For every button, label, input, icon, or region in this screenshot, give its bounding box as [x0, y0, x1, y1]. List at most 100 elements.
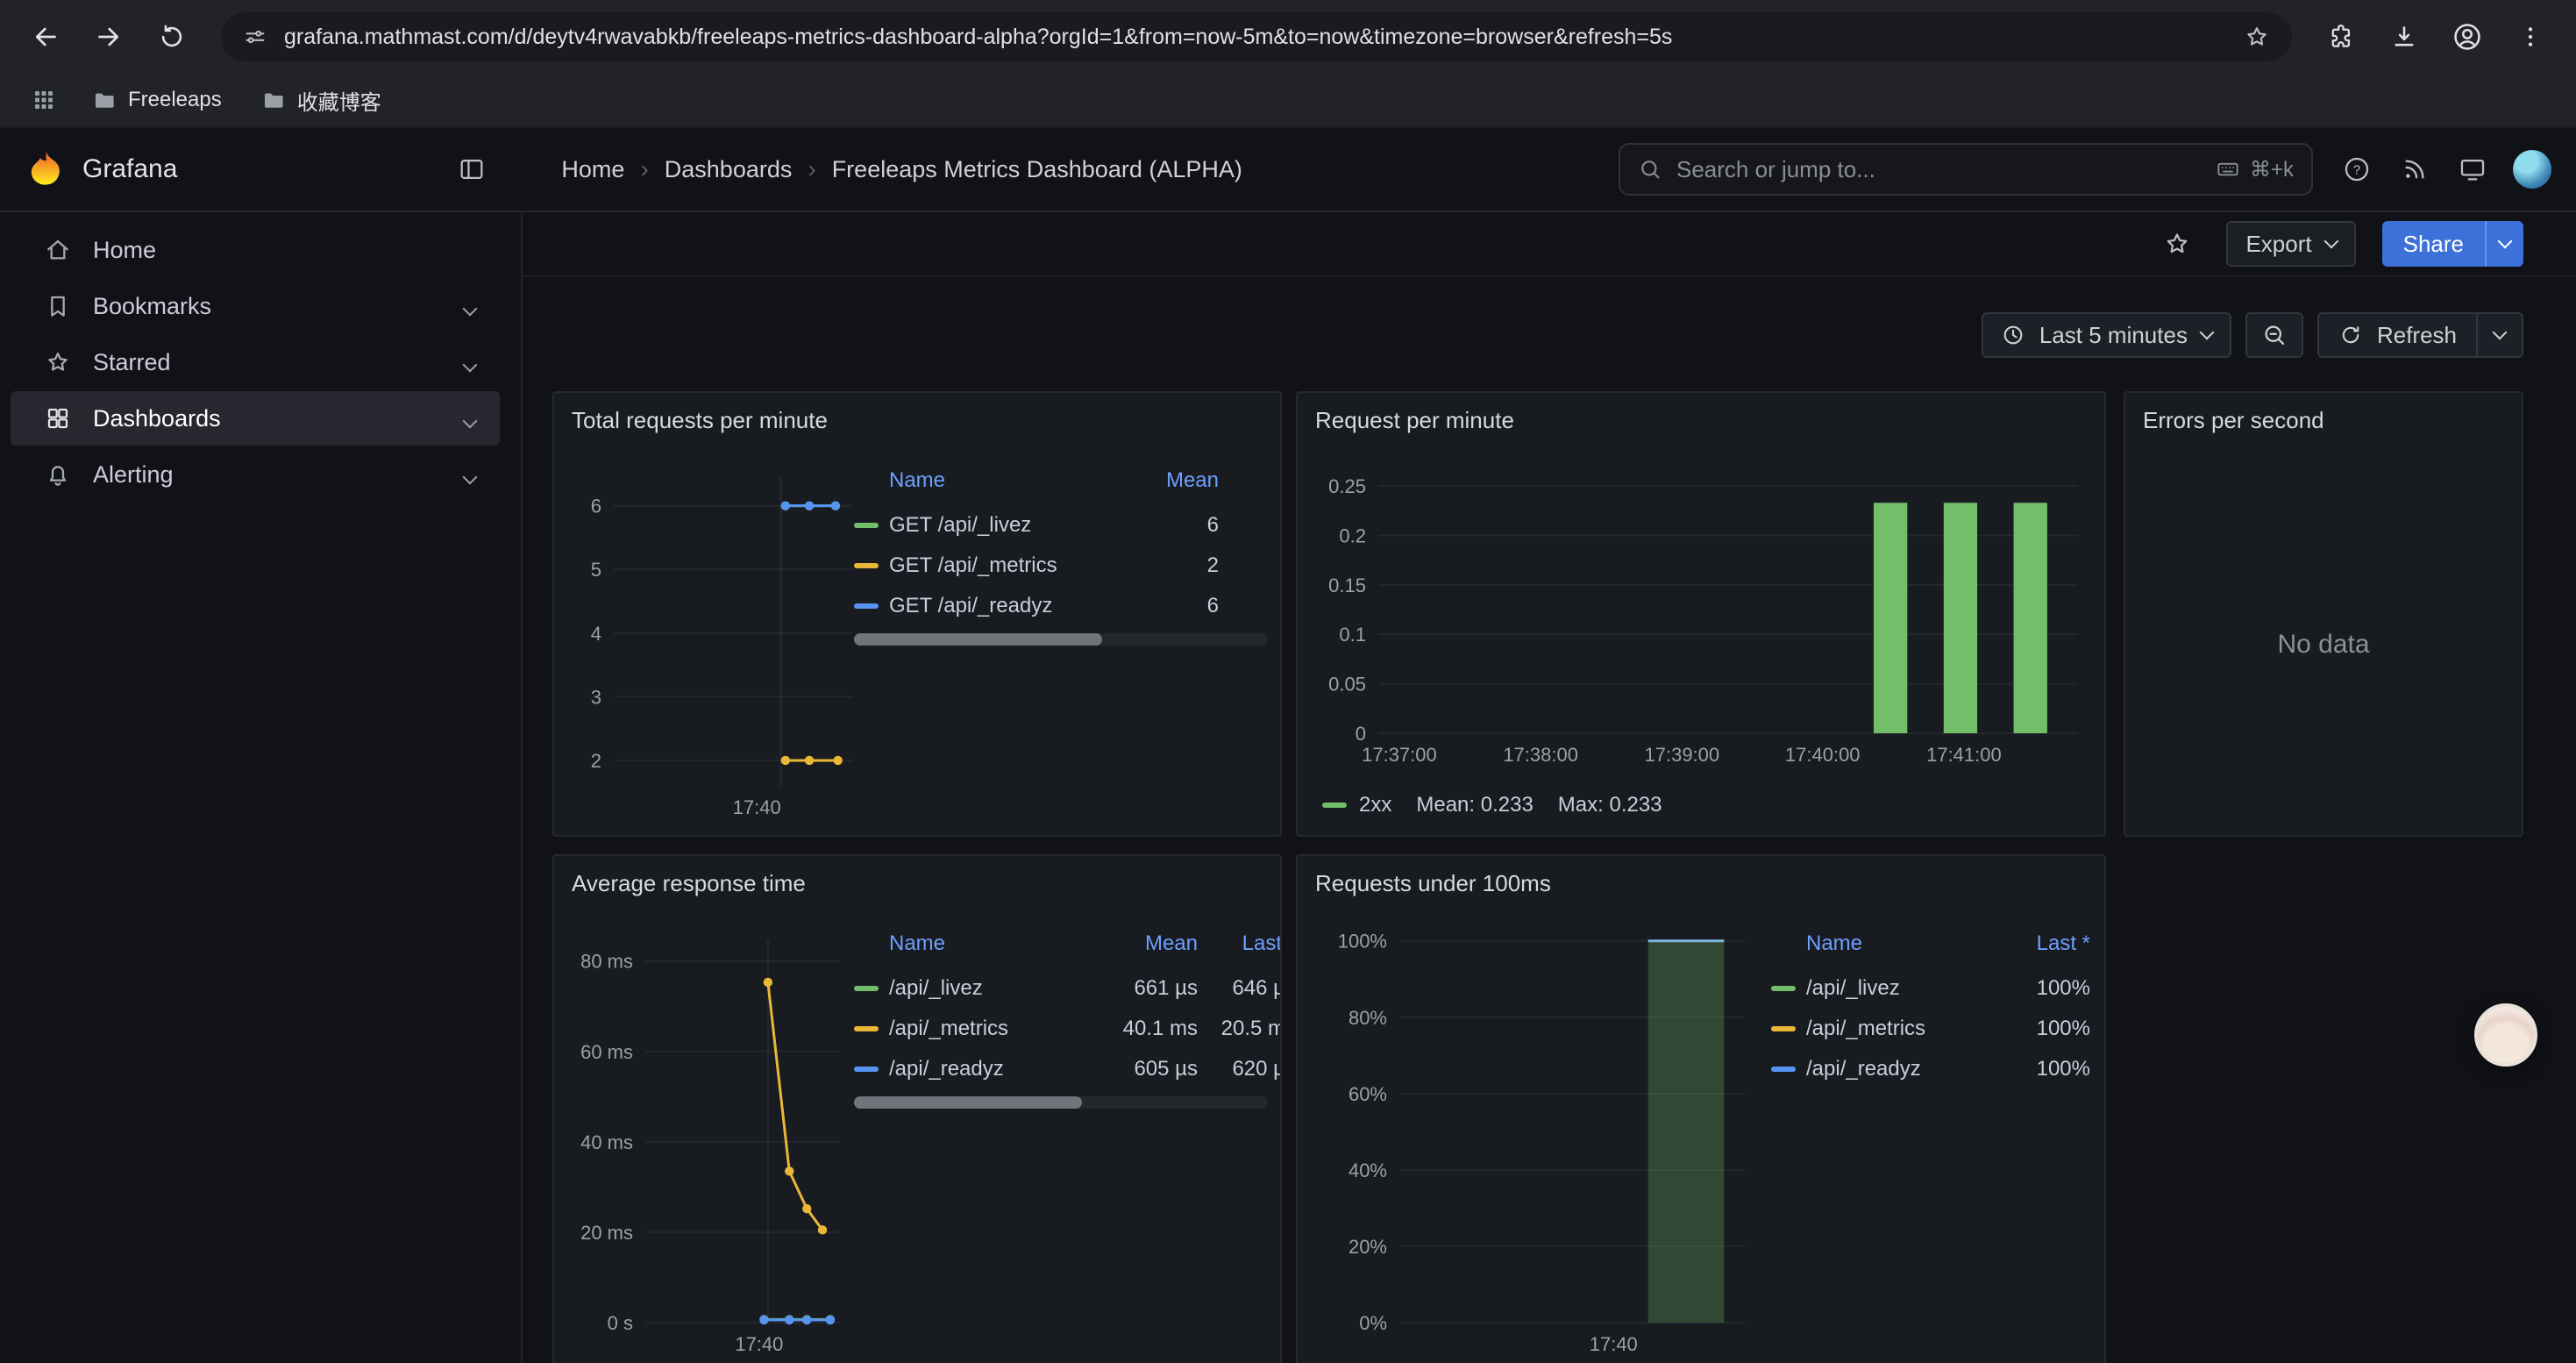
panel-title[interactable]: Request per minute: [1315, 407, 1514, 434]
chevron-down-icon[interactable]: [465, 461, 475, 489]
screen: grafana.mathmast.com/d/deytv4rwavabkb/fr…: [0, 0, 2576, 1363]
series-color-dash: [854, 986, 879, 991]
sidebar-item-home[interactable]: Home: [11, 223, 500, 277]
breadcrumb-separator: ›: [640, 155, 648, 183]
panel-title[interactable]: Average response time: [572, 870, 806, 897]
legend-row[interactable]: /api/_livez661 µs646 µs: [854, 968, 1282, 1009]
timeseries-chart[interactable]: 6543217:40: [554, 453, 866, 837]
breadcrumb-home[interactable]: Home: [561, 156, 624, 183]
grafana-header: Grafana Home › Dashboards › Freeleaps Me…: [0, 128, 2576, 212]
reload-icon[interactable]: [144, 9, 200, 65]
column-header[interactable]: Name: [854, 468, 1138, 493]
bookmark-label: 收藏博客: [297, 85, 381, 116]
search-icon: [1638, 157, 1662, 182]
series-color-dash: [1322, 803, 1347, 808]
brand-name: Grafana: [82, 154, 177, 184]
time-range-picker[interactable]: Last 5 minutes: [1982, 312, 2231, 358]
panel-errors-per-second: Errors per second No data: [2124, 391, 2523, 837]
export-button[interactable]: Export: [2226, 221, 2355, 267]
svg-text:17:41:00: 17:41:00: [1926, 744, 2002, 766]
series-color-dash: [854, 1026, 879, 1031]
svg-text:0.15: 0.15: [1328, 574, 1366, 596]
url-text[interactable]: grafana.mathmast.com/d/deytv4rwavabkb/fr…: [284, 25, 2227, 50]
bar-chart[interactable]: 0.250.20.150.10.05017:37:0017:38:0017:39…: [1298, 453, 2106, 779]
table-scrollbar[interactable]: [854, 633, 1268, 646]
column-header[interactable]: Last *: [1198, 931, 1282, 956]
legend-row[interactable]: GET /api/_readyz6: [854, 586, 1219, 626]
breadcrumb: Home › Dashboards › Freeleaps Metrics Da…: [561, 155, 1242, 183]
share-button[interactable]: Share: [2382, 221, 2485, 267]
profile-avatar-icon[interactable]: [2439, 9, 2495, 65]
bookmark-star-icon[interactable]: [2243, 23, 2271, 51]
scrollbar-thumb[interactable]: [854, 1096, 1082, 1109]
refresh-button[interactable]: Refresh: [2319, 314, 2476, 356]
url-bar[interactable]: grafana.mathmast.com/d/deytv4rwavabkb/fr…: [221, 12, 2292, 61]
apps-grid-icon[interactable]: [21, 77, 67, 123]
star-icon: [44, 348, 72, 376]
bookmark-folder-blogs[interactable]: 收藏博客: [246, 78, 395, 123]
bookmark-icon: [44, 292, 72, 320]
column-header[interactable]: Last *: [2003, 931, 2090, 956]
sidebar-item-bookmarks[interactable]: Bookmarks: [11, 279, 500, 333]
help-icon[interactable]: ?: [2334, 146, 2380, 192]
legend-table: NameLast * /api/_livez100%/api/_metrics10…: [1771, 926, 2090, 1089]
user-avatar[interactable]: [2513, 150, 2551, 189]
legend-row[interactable]: GET /api/_metrics2: [854, 546, 1219, 586]
svg-text:40%: 40%: [1348, 1160, 1387, 1181]
sidebar-item-dashboards[interactable]: Dashboards: [11, 391, 500, 446]
panel-total-requests-per-minute: Total requests per minute 6543217:40 Nam…: [552, 391, 1282, 837]
column-header[interactable]: Mean: [1107, 931, 1198, 956]
forward-icon[interactable]: [81, 9, 137, 65]
chevron-down-icon[interactable]: [465, 405, 475, 432]
legend-row[interactable]: /api/_readyz605 µs620 µs: [854, 1049, 1282, 1089]
sidebar-item-alerting[interactable]: Alerting: [11, 447, 500, 502]
legend-row[interactable]: GET /api/_livez6: [854, 505, 1219, 546]
legend-row[interactable]: /api/_readyz100%: [1771, 1049, 2090, 1089]
legend-mean: Mean: 0.233: [1416, 793, 1533, 817]
series-name: GET /api/_readyz: [889, 594, 1052, 618]
back-icon[interactable]: [18, 9, 74, 65]
chevron-down-icon[interactable]: [465, 293, 475, 320]
svg-text:17:40:00: 17:40:00: [1785, 744, 1861, 766]
series-name: GET /api/_livez: [889, 513, 1031, 538]
site-settings-icon[interactable]: [242, 24, 268, 50]
svg-text:20 ms: 20 ms: [580, 1222, 633, 1244]
column-header[interactable]: Mean: [1138, 468, 1219, 493]
floating-assistant-avatar[interactable]: [2474, 1003, 2537, 1067]
bar-chart[interactable]: 100%80%60%40%20%0%17:40: [1298, 916, 1762, 1363]
table-header: NameLast *: [1771, 926, 2090, 961]
scrollbar-thumb[interactable]: [854, 633, 1102, 646]
browser-menu-kebab-icon[interactable]: [2502, 9, 2558, 65]
refresh-interval-dropdown[interactable]: [2476, 314, 2522, 356]
timeseries-chart[interactable]: 80 ms60 ms40 ms20 ms0 s17:40: [554, 916, 866, 1363]
panel-title[interactable]: Errors per second: [2143, 407, 2324, 434]
sidebar-item-starred[interactable]: Starred: [11, 335, 500, 389]
zoom-out-icon[interactable]: [2245, 312, 2303, 358]
bookmark-folder-freeleaps[interactable]: Freeleaps: [77, 80, 236, 120]
search-input[interactable]: Search or jump to... ⌘+k: [1619, 143, 2313, 196]
column-header[interactable]: Name: [1771, 931, 2003, 956]
refresh-icon: [2338, 323, 2363, 347]
legend-row[interactable]: /api/_livez100%: [1771, 968, 2090, 1009]
grafana-logo[interactable]: [25, 147, 68, 191]
share-dropdown-icon[interactable]: [2485, 221, 2523, 267]
news-rss-icon[interactable]: [2392, 146, 2437, 192]
column-header[interactable]: Name: [854, 931, 1107, 956]
table-header: NameMeanLast *: [854, 926, 1282, 961]
svg-text:3: 3: [591, 686, 601, 708]
series-name: /api/_livez: [1806, 976, 1900, 1001]
extensions-icon[interactable]: [2313, 9, 2369, 65]
chevron-down-icon[interactable]: [465, 349, 475, 376]
kiosk-monitor-icon[interactable]: [2450, 146, 2495, 192]
series-name: /api/_readyz: [1806, 1057, 1921, 1081]
breadcrumb-dashboards[interactable]: Dashboards: [665, 156, 793, 183]
legend-series[interactable]: 2xx: [1322, 793, 1391, 817]
table-scrollbar[interactable]: [854, 1096, 1268, 1109]
sidebar-toggle-icon[interactable]: [449, 146, 495, 192]
panel-requests-under-100ms: Requests under 100ms 100%80%60%40%20%0%1…: [1296, 854, 2106, 1363]
downloads-icon[interactable]: [2376, 9, 2432, 65]
legend-row[interactable]: /api/_metrics100%: [1771, 1009, 2090, 1049]
legend-row[interactable]: /api/_metrics40.1 ms20.5 ms: [854, 1009, 1282, 1049]
favorite-star-icon[interactable]: [2154, 221, 2200, 267]
panel-title[interactable]: Total requests per minute: [572, 407, 828, 434]
